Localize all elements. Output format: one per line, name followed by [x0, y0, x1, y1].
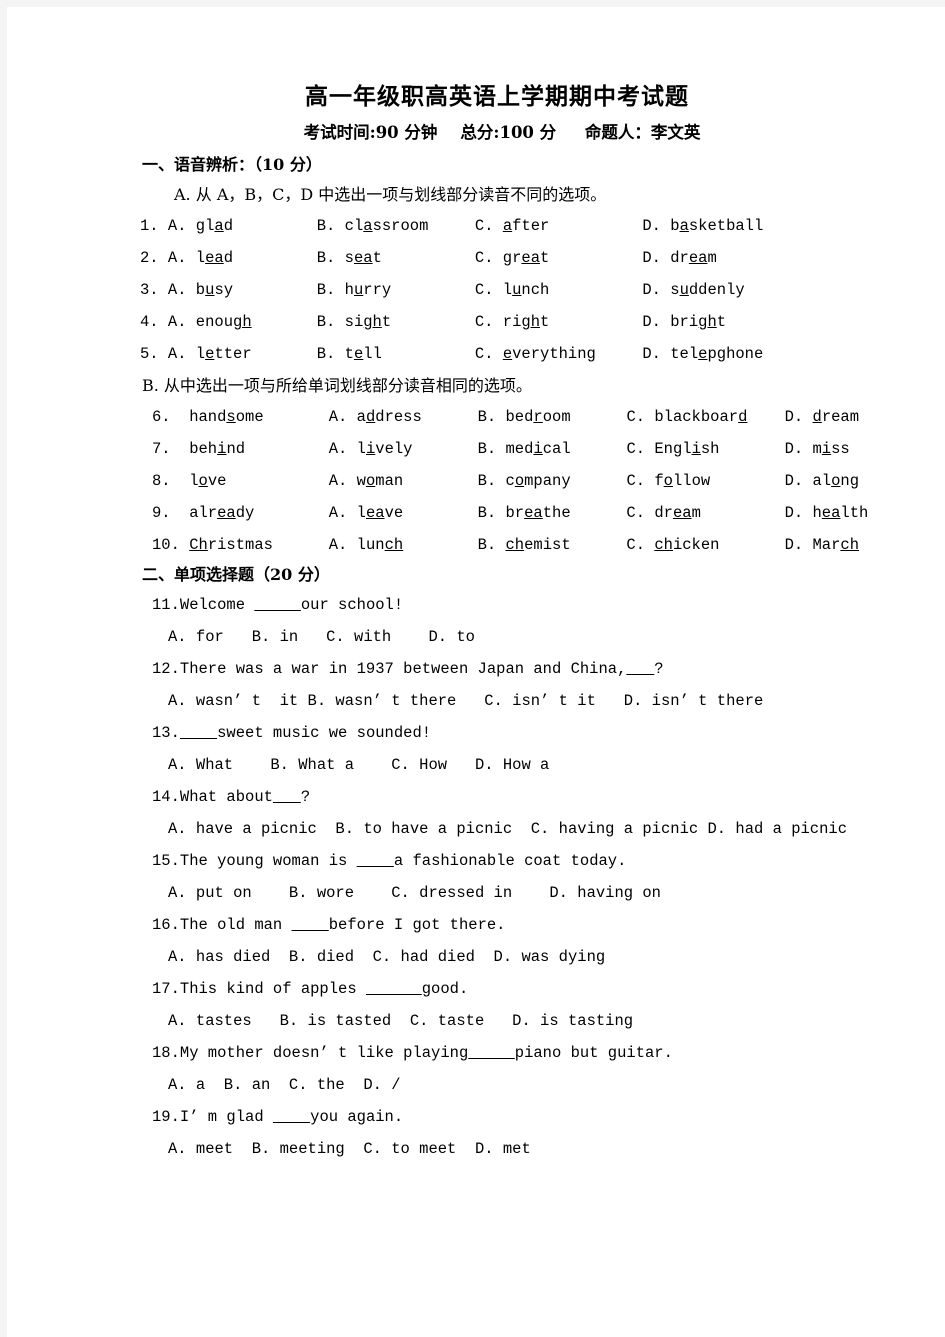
section-two-heading: 二、单项选择题（20 分）: [142, 565, 330, 584]
mcq-question-options[interactable]: A. What B. What a C. How D. How a: [140, 749, 840, 781]
mcq-question-options[interactable]: A. tastes B. is tasted C. taste D. is ta…: [140, 1005, 840, 1037]
underlined-sound: a: [214, 217, 224, 235]
underlined-sound: ea: [521, 249, 541, 267]
mcq-question-stem: 18.My mother doesn’ t like playing piano…: [152, 1044, 673, 1062]
phonetics-item: 4. A. enough B. sight C. right D. bright: [140, 313, 810, 331]
underlined-sound: gh: [363, 313, 382, 331]
answer-blank[interactable]: [273, 788, 301, 806]
underlined-sound: gh: [698, 313, 717, 331]
mcq-question-stem: 12.There was a war in 1937 between Japan…: [152, 660, 664, 678]
underlined-sound: o: [663, 472, 673, 490]
answer-blank[interactable]: [468, 1044, 515, 1062]
underlined-sound: gh: [521, 313, 540, 331]
mcq-question-stem: 14.What about ?: [152, 788, 311, 806]
underlined-sound: e: [698, 345, 708, 363]
mcq-list: 11.Welcome our school! A. for B. in C. wi…: [140, 589, 847, 1165]
underlined-sound: i: [533, 440, 543, 458]
underlined-sound: d: [365, 408, 376, 426]
mcq-question-options[interactable]: A. have a picnic B. to have a picnic C. …: [140, 813, 847, 845]
underlined-sound: a: [502, 217, 513, 235]
underlined-sound: ea: [365, 504, 385, 522]
underlined-sound: gh: [233, 313, 252, 331]
underlined-sound: o: [198, 472, 208, 490]
phonetics-item: 2. A. lead B. seat C. great D. dream: [140, 249, 810, 267]
underlined-sound: e: [502, 345, 513, 363]
mcq-question-options[interactable]: A. meet B. meeting C. to meet D. met: [140, 1133, 840, 1165]
underlined-sound: ea: [688, 249, 708, 267]
mcq-question-options[interactable]: A. for B. in C. with D. to: [140, 621, 840, 653]
document-page: 高一年级职高英语上学期期中考试题 考试时间:90 分钟 总分:100 分 命题人…: [7, 7, 945, 1337]
phonetics-item: 6. handsome A. address B. bedroom C. bla…: [152, 408, 934, 426]
answer-blank[interactable]: [292, 916, 329, 934]
mcq-question-stem: 19.I’ m glad you again.: [152, 1108, 404, 1126]
underlined-sound: e: [205, 345, 215, 363]
underlined-sound: i: [821, 440, 832, 458]
answer-blank[interactable]: [357, 852, 394, 870]
phonetics-item: 1. A. glad B. classroom C. after D. bask…: [140, 217, 810, 235]
underlined-sound: u: [353, 281, 364, 299]
underlined-sound: u: [205, 281, 215, 299]
underlined-sound: ea: [205, 249, 224, 267]
mcq-question-options[interactable]: A. has died B. died C. had died D. was d…: [140, 941, 840, 973]
mcq-question-stem: 13. sweet music we sounded!: [152, 724, 432, 742]
underlined-sound: ea: [821, 504, 841, 522]
mcq-question-stem: 17.This kind of apples good.: [152, 980, 469, 998]
exam-meta-line: 考试时间:90 分钟 总分:100 分 命题人：李文英: [303, 123, 701, 142]
underlined-sound: a: [363, 217, 373, 235]
underlined-sound: a: [679, 217, 689, 235]
phonetics-part-a-list: 1. A. glad B. classroom C. after D. bask…: [140, 210, 840, 370]
underlined-sound: i: [691, 440, 701, 458]
exam-sheet: 高一年级职高英语上学期期中考试题 考试时间:90 分钟 总分:100 分 命题人…: [140, 82, 934, 1165]
answer-blank[interactable]: [273, 1108, 310, 1126]
scan-edge-top: [0, 0, 945, 7]
answer-blank[interactable]: [254, 596, 301, 614]
underlined-sound: i: [365, 440, 376, 458]
mcq-question-stem: 15.The young woman is a fashionable coat…: [152, 852, 627, 870]
underlined-sound: o: [514, 472, 525, 490]
answer-blank[interactable]: [366, 980, 422, 998]
page-title: 高一年级职高英语上学期期中考试题: [305, 83, 689, 110]
underlined-sound: e: [353, 345, 364, 363]
underlined-sound: u: [512, 281, 522, 299]
underlined-sound: ch: [505, 536, 525, 554]
mcq-question-options[interactable]: A. a B. an C. the D. /: [140, 1069, 840, 1101]
underlined-sound: u: [679, 281, 689, 299]
underlined-sound: ch: [654, 536, 673, 554]
answer-blank[interactable]: [180, 724, 217, 742]
underlined-sound: s: [226, 408, 236, 426]
phonetics-item: 9. already A. leave B. breathe C. dream …: [152, 504, 934, 522]
underlined-sound: d: [812, 408, 822, 426]
phonetics-item: 7. behind A. lively B. medical C. Englis…: [152, 440, 934, 458]
phonetics-item: 5. A. letter B. tell C. everything D. te…: [140, 345, 810, 363]
underlined-sound: ea: [524, 504, 543, 522]
mcq-question-options[interactable]: A. wasn’ t it B. wasn’ t there C. isn’ t…: [140, 685, 840, 717]
underlined-sound: ch: [840, 536, 859, 554]
section-one-heading: 一、语音辨析：（10 分）: [142, 155, 322, 174]
section-one-part-a-instruction: A. 从 A，B，C，D 中选出一项与划线部分读音不同的选项。: [174, 185, 607, 204]
phonetics-part-b-list: 6. handsome A. address B. bedroom C. bla…: [140, 401, 934, 561]
mcq-question-options[interactable]: A. put on B. wore C. dressed in D. havin…: [140, 877, 840, 909]
phonetics-item: 8. love A. woman B. company C. follow D.…: [152, 472, 934, 490]
underlined-sound: r: [533, 408, 543, 426]
section-one-part-b-instruction: B. 从中选出一项与所给单词划线部分读音相同的选项。: [142, 376, 532, 395]
underlined-sound: ea: [353, 249, 373, 267]
scan-edge-left: [0, 0, 7, 1337]
mcq-question-stem: 16.The old man before I got there.: [152, 916, 506, 934]
mcq-question-stem: 11.Welcome our school!: [152, 596, 404, 614]
answer-blank[interactable]: [626, 660, 654, 678]
underlined-sound: o: [831, 472, 841, 490]
underlined-sound: o: [365, 472, 376, 490]
underlined-sound: i: [217, 440, 227, 458]
underlined-sound: ea: [672, 504, 692, 522]
underlined-sound: d: [738, 408, 748, 426]
underlined-sound: Ch: [189, 536, 208, 554]
underlined-sound: ch: [384, 536, 404, 554]
underlined-sound: ea: [217, 504, 236, 522]
phonetics-item: 10. Christmas A. lunch B. chemist C. chi…: [152, 536, 859, 554]
phonetics-item: 3. A. busy B. hurry C. lunch D. suddenly: [140, 281, 810, 299]
